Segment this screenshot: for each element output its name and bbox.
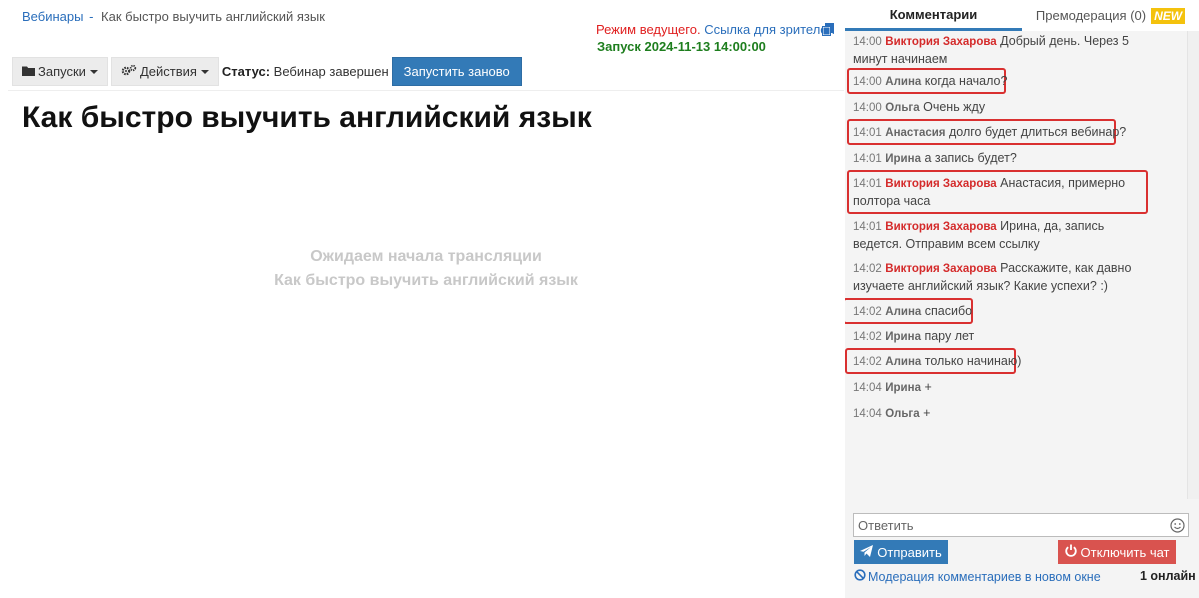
breadcrumb-separator: -: [89, 9, 94, 24]
message-time: 14:00: [853, 36, 882, 48]
message-author: Ирина: [885, 331, 921, 343]
status-value: Вебинар завершен: [273, 64, 389, 79]
message-time: 14:00: [853, 76, 882, 88]
message-time: 14:02: [853, 331, 882, 343]
message-text: +: [923, 406, 931, 420]
send-label: Отправить: [877, 544, 942, 560]
message-text: пару лет: [924, 329, 975, 343]
tab-premoderation-label: Премодерация (0): [1035, 8, 1147, 23]
launches-label: Запуски: [38, 64, 86, 79]
chat-scrollbar[interactable]: [1187, 31, 1199, 499]
moderation-link[interactable]: Модерация комментариев в новом окне: [854, 569, 1101, 584]
message-author: Анастасия: [885, 127, 946, 139]
host-mode-label: Режим ведущего.: [596, 22, 701, 37]
message-time: 14:00: [853, 102, 882, 114]
ban-icon: [854, 569, 868, 584]
message-author: Ольга: [885, 102, 920, 114]
power-icon: [1064, 544, 1081, 560]
launch-datetime: Запуск 2024-11-13 14:00:00: [597, 39, 766, 54]
message-text: только начинаю): [924, 354, 1022, 368]
chat-message: 14:00 Ольга Очень жду: [853, 99, 1149, 117]
message-author: Виктория Захарова: [885, 36, 997, 48]
message-author: Алина: [885, 356, 922, 368]
message-time: 14:01: [853, 153, 882, 165]
new-badge: NEW: [1151, 7, 1186, 24]
chat-message: 14:01 Виктория Захарова Анастасия, приме…: [853, 175, 1149, 210]
copy-icon[interactable]: [822, 23, 834, 36]
gears-icon: [121, 64, 140, 79]
reply-input[interactable]: [853, 513, 1189, 537]
breadcrumb-webinars-link[interactable]: Вебинары: [22, 9, 83, 24]
message-author: Ирина: [885, 382, 921, 394]
message-time: 14:01: [853, 178, 882, 190]
webinar-status: Статус: Вебинар завершен: [222, 64, 389, 79]
message-time: 14:02: [853, 306, 882, 318]
launches-dropdown[interactable]: Запуски: [12, 57, 108, 86]
chevron-down-icon: [89, 69, 98, 74]
chat-message: 14:02 Ирина пару лет: [853, 328, 1149, 346]
chat-message: 14:01 Ирина а запись будет?: [853, 150, 1149, 168]
chat-panel: Комментарии Премодерация (0) NEW 14:00 В…: [845, 0, 1199, 598]
breadcrumb-current: Как быстро выучить английский язык: [101, 9, 325, 24]
viewer-link[interactable]: Ссылка для зрителей: [704, 22, 835, 37]
page-title: Как быстро выучить английский язык: [22, 101, 592, 134]
message-time: 14:04: [853, 408, 882, 420]
tab-premoderation[interactable]: Премодерация (0) NEW: [1022, 0, 1199, 31]
chat-message: 14:01 Виктория Захарова Ирина, да, запис…: [853, 218, 1149, 253]
chat-message: 14:00 Виктория Захарова Добрый день. Чер…: [853, 33, 1149, 68]
message-author: Ирина: [885, 153, 921, 165]
breadcrumb: Вебинары - Как быстро выучить английский…: [22, 9, 325, 24]
actions-dropdown[interactable]: Действия: [110, 57, 219, 86]
chat-composer: Отправить Отключить чат Модерация коммен…: [845, 499, 1199, 598]
chat-message: 14:01 Анастасия долго будет длиться веби…: [853, 124, 1149, 142]
actions-label: Действия: [139, 64, 197, 79]
message-author: Алина: [885, 306, 922, 318]
folder-icon: [22, 64, 38, 79]
waiting-text: Ожидаем начала трансляции: [310, 248, 542, 265]
message-author: Виктория Захарова: [885, 221, 997, 233]
message-text: долго будет длиться вебинар?: [949, 125, 1127, 139]
disable-chat-button[interactable]: Отключить чат: [1058, 540, 1176, 564]
message-time: 14:04: [853, 382, 882, 394]
message-author: Виктория Захарова: [885, 178, 997, 190]
message-time: 14:02: [853, 356, 882, 368]
chat-message: 14:02 Алина только начинаю): [853, 353, 1149, 371]
chat-message: 14:04 Ирина +: [853, 379, 1149, 397]
message-time: 14:01: [853, 221, 882, 233]
toolbar: Запуски Действия Статус: Вебинар заверше…: [12, 57, 522, 86]
divider: [8, 90, 844, 91]
message-author: Виктория Захарова: [885, 263, 997, 275]
message-time: 14:01: [853, 127, 882, 139]
message-list[interactable]: 14:00 Виктория Захарова Добрый день. Чер…: [845, 31, 1199, 499]
chat-tabs: Комментарии Премодерация (0) NEW: [845, 0, 1199, 31]
chat-message: 14:00 Алина когда начало?: [853, 73, 1149, 91]
message-author: Алина: [885, 76, 922, 88]
chevron-down-icon: [200, 69, 209, 74]
status-label: Статус:: [221, 64, 271, 79]
message-time: 14:02: [853, 263, 882, 275]
online-count: 1 онлайн: [1140, 569, 1196, 583]
emoji-icon[interactable]: [1170, 518, 1185, 533]
message-text: когда начало?: [924, 74, 1008, 88]
chat-message: 14:02 Алина спасибо: [853, 303, 1149, 321]
message-author: Ольга: [885, 408, 920, 420]
message-text: спасибо: [924, 304, 973, 318]
waiting-title: Как быстро выучить английский язык: [274, 272, 578, 289]
moderation-link-label: Модерация комментариев в новом окне: [868, 569, 1101, 584]
message-text: а запись будет?: [924, 151, 1017, 165]
stream-placeholder: Ожидаем начала трансляции Как быстро выу…: [8, 245, 844, 293]
tab-comments[interactable]: Комментарии: [845, 0, 1022, 31]
chat-message: 14:02 Виктория Захарова Расскажите, как …: [853, 260, 1149, 295]
message-text: +: [924, 380, 932, 394]
mode-line: Режим ведущего. Ссылка для зрителей: [596, 22, 835, 37]
tab-comments-label: Комментарии: [889, 6, 978, 22]
send-button[interactable]: Отправить: [854, 540, 948, 564]
chat-message: 14:04 Ольга +: [853, 405, 1149, 423]
disable-chat-label: Отключить чат: [1080, 544, 1170, 560]
restart-button[interactable]: Запустить заново: [391, 57, 522, 86]
message-text: Очень жду: [923, 100, 986, 114]
paper-plane-icon: [860, 544, 877, 560]
